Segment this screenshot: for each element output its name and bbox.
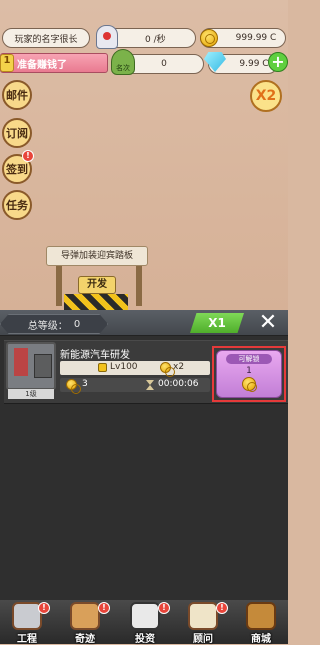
tasks-button[interactable]: 任务: [2, 190, 32, 220]
reward-multiplier: x2: [173, 362, 185, 372]
project-thumbnail: [6, 342, 56, 390]
rank-label: 名次: [116, 64, 130, 72]
scroll-icon: [188, 602, 218, 630]
alert-icon: !: [98, 602, 110, 614]
coin-icon: [242, 377, 257, 392]
treasure-chest-icon: [246, 602, 276, 630]
player-name[interactable]: 玩家的名字很长: [2, 28, 90, 48]
buy-multiplier-button[interactable]: X1: [190, 313, 244, 333]
rank-crown-icon[interactable]: 名次: [111, 49, 135, 75]
subscribe-button[interactable]: 订阅: [2, 118, 32, 148]
nav-label: 工程: [17, 634, 37, 645]
tasks-label: 任务: [6, 199, 28, 212]
sign-post: [136, 266, 142, 306]
hazard-stripe: [64, 294, 128, 310]
stage-value: 0: [161, 59, 167, 69]
coin-icon: [200, 29, 218, 47]
gold-amount: 999.99 C: [235, 33, 277, 43]
unlock-label: 可解锁: [226, 354, 272, 364]
total-level: 总等级： 0: [0, 314, 108, 334]
project-level-tag: 1级: [8, 389, 54, 399]
unlock-count: 1: [246, 366, 252, 376]
stage-pill: 0: [124, 54, 204, 74]
double-speed-button[interactable]: X2: [250, 80, 282, 112]
sign-post: [56, 266, 62, 306]
income-rate: 0 /秒: [145, 34, 166, 45]
hourglass-icon: [146, 380, 154, 390]
nav-label: 商城: [251, 634, 271, 645]
alert-icon: !: [216, 602, 228, 614]
rocket-icon: [96, 25, 118, 49]
coin-icon: [66, 379, 81, 394]
unlock-level: Lv100: [110, 362, 138, 372]
task-text: 准备赚钱了: [17, 59, 67, 71]
panda-icon: [130, 602, 160, 630]
project-signboard: 导弹加装迎宾踏板: [46, 246, 148, 266]
develop-button[interactable]: 开发: [78, 276, 116, 294]
lock-icon: [98, 363, 107, 372]
close-icon[interactable]: ✕: [256, 311, 280, 335]
alert-icon: !: [158, 602, 170, 614]
total-level-value: 0: [73, 318, 81, 330]
nav-label: 投资: [135, 634, 155, 645]
add-gems-button[interactable]: +: [268, 52, 288, 72]
subscribe-label: 订阅: [6, 127, 28, 140]
alert-icon: !: [38, 602, 50, 614]
cycle-time: 00:00:06: [158, 379, 199, 389]
income-value: 3: [82, 379, 88, 389]
checkin-label: 签到: [6, 163, 28, 176]
checkin-alert-icon: !: [22, 150, 34, 162]
coin-icon: [160, 362, 175, 377]
unlock-button[interactable]: 可解锁 1: [216, 350, 282, 398]
task-banner[interactable]: 准备赚钱了: [0, 53, 108, 73]
task-badge: 1: [0, 54, 14, 72]
unlock-requirement-bar: Lv100 x2: [60, 361, 210, 377]
nav-label: 奇迹: [75, 634, 95, 645]
mail-button[interactable]: 邮件: [2, 80, 32, 110]
nav-shop[interactable]: 商城: [236, 600, 284, 645]
double-speed-label: X2: [255, 88, 277, 104]
monument-icon: [70, 602, 100, 630]
mail-label: 邮件: [6, 89, 28, 102]
nav-label: 顾问: [193, 634, 213, 645]
total-level-label: 总等级：: [27, 320, 68, 332]
income-bar: 3 00:00:06: [60, 378, 210, 394]
project-title: 新能源汽车研发: [60, 350, 130, 361]
gem-amount: 9.99 C: [239, 59, 269, 69]
